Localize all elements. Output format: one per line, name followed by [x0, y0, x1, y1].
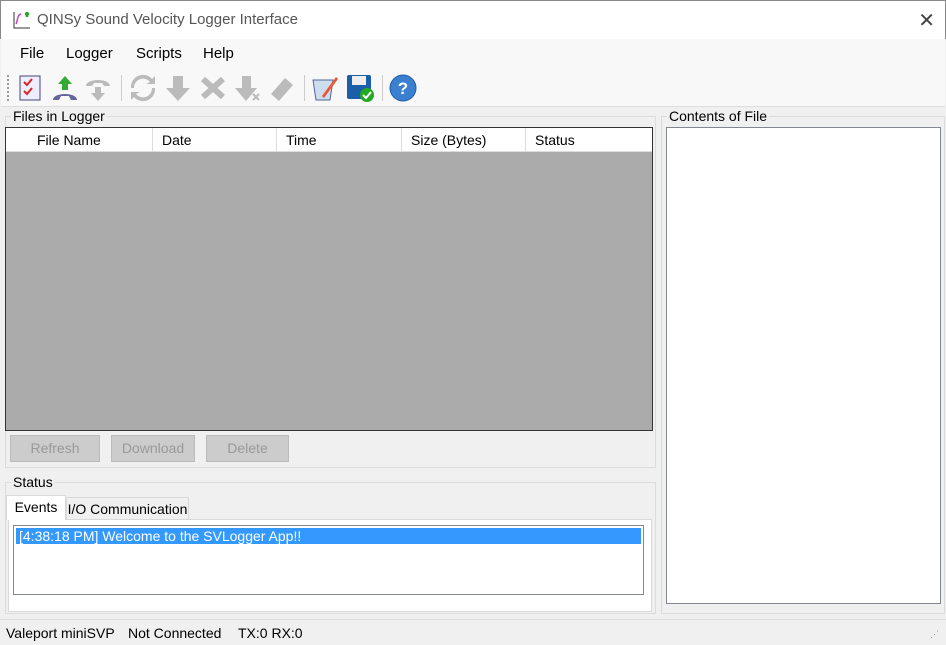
delete-button[interactable]: Delete	[206, 435, 289, 462]
tx-rx-counter: TX:0 RX:0	[238, 625, 303, 641]
checklist-icon[interactable]	[14, 72, 46, 104]
close-icon[interactable]: ✕	[918, 8, 935, 33]
toolbar-grip[interactable]	[7, 75, 9, 101]
column-date[interactable]: Date	[153, 128, 277, 152]
edit-script-icon[interactable]	[309, 72, 341, 104]
device-name: Valeport miniSVP	[6, 625, 115, 641]
save-icon[interactable]	[344, 72, 376, 104]
refresh-button[interactable]: Refresh	[10, 435, 100, 462]
column-size[interactable]: Size (Bytes)	[402, 128, 526, 152]
menu-bar: File Logger Scripts Help	[1, 39, 945, 69]
contents-group-label: Contents of File	[667, 108, 770, 124]
menu-help[interactable]: Help	[203, 45, 234, 62]
tab-events[interactable]: Events	[6, 495, 66, 520]
column-file-name[interactable]: File Name	[6, 128, 153, 152]
connection-status: Not Connected	[128, 625, 222, 641]
file-contents-box[interactable]	[666, 127, 941, 604]
menu-scripts[interactable]: Scripts	[136, 45, 182, 62]
status-group-label: Status	[11, 474, 55, 490]
disconnect-icon[interactable]	[82, 72, 114, 104]
list-item[interactable]: [4:38:18 PM] Welcome to the SVLogger App…	[16, 528, 641, 544]
download-button[interactable]: Download	[111, 435, 195, 462]
column-status[interactable]: Status	[526, 128, 652, 152]
refresh-icon[interactable]	[127, 72, 159, 104]
erase-icon[interactable]	[266, 72, 298, 104]
files-group-label: Files in Logger	[11, 108, 107, 124]
toolbar: ?	[1, 69, 945, 107]
menu-logger[interactable]: Logger	[66, 45, 113, 62]
resize-grip-icon[interactable]: ⋰	[930, 629, 939, 640]
download-icon[interactable]	[162, 72, 194, 104]
app-icon	[13, 12, 30, 29]
column-time[interactable]: Time	[277, 128, 402, 152]
files-table[interactable]: File Name Date Time Size (Bytes) Status	[5, 127, 653, 431]
status-bar: Valeport miniSVP Not Connected TX:0 RX:0…	[0, 619, 946, 645]
help-icon[interactable]: ?	[387, 72, 419, 104]
title-bar: QINSy Sound Velocity Logger Interface ✕	[0, 0, 946, 39]
download-all-icon[interactable]	[232, 72, 264, 104]
tab-io-communication[interactable]: I/O Communication	[66, 497, 189, 519]
table-header: File Name Date Time Size (Bytes) Status	[6, 128, 652, 152]
connect-icon[interactable]	[49, 72, 81, 104]
events-list[interactable]: [4:38:18 PM] Welcome to the SVLogger App…	[13, 525, 644, 595]
delete-icon[interactable]	[197, 72, 229, 104]
window-title: QINSy Sound Velocity Logger Interface	[37, 11, 298, 28]
svg-text:?: ?	[398, 79, 408, 98]
menu-file[interactable]: File	[20, 45, 44, 62]
